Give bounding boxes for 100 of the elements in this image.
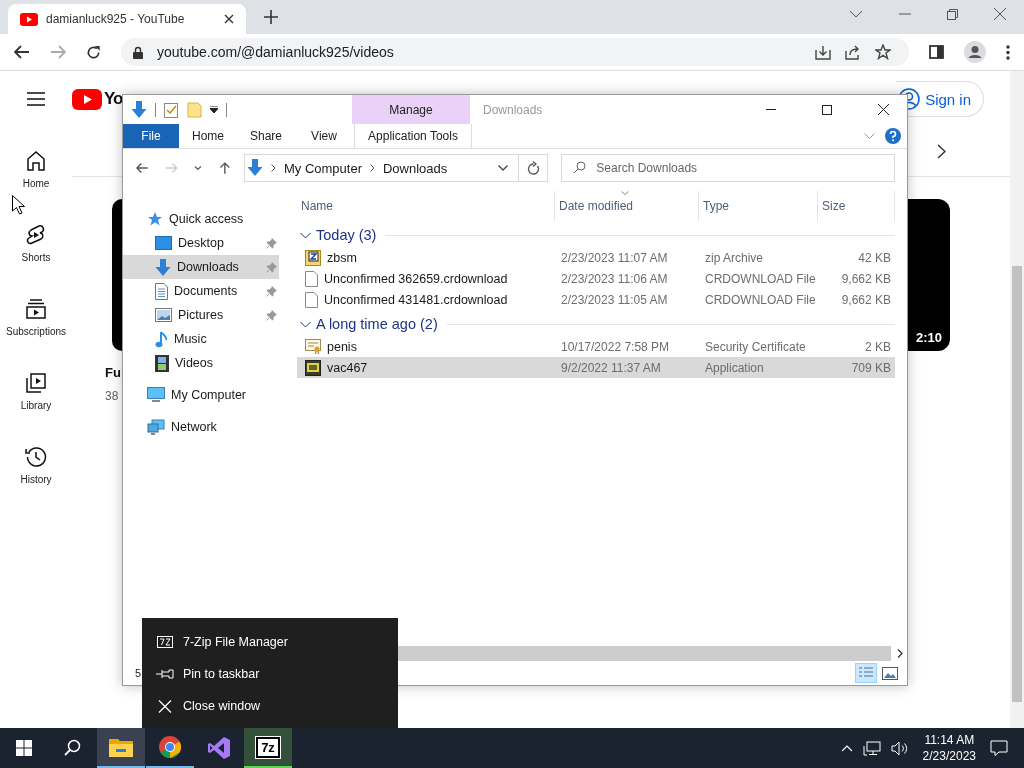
more-icon[interactable] [1006,44,1010,60]
nav-item[interactable]: Quick access [123,207,279,231]
type-cell-text: zip Archive [704,250,765,265]
chrome-icon [158,735,182,759]
ribbon-tab[interactable]: File [123,124,179,148]
pin-icon [156,669,174,679]
clock-date: 2/23/2023 [922,748,976,764]
share-icon[interactable] [845,44,861,60]
video-thumbnail[interactable]: 2:10 [908,199,950,351]
url-text: youtube.com/@damianluck925/videos [157,44,394,60]
breadcrumb-item[interactable]: My Computer [283,160,362,176]
clock[interactable]: 11:14 AM 2/23/2023 [922,732,976,764]
scroll-right-icon[interactable] [897,649,903,658]
file-row[interactable]: zbsm 2/23/2023 11:07 AM zip Archive 42 KB [297,247,895,268]
install-icon[interactable] [815,44,831,60]
visual-studio-icon [207,736,231,760]
chevron-down-icon[interactable] [498,165,509,171]
document-icon [155,282,168,300]
column-header[interactable]: Date modified [555,191,699,221]
ribbon-tab[interactable]: Application Tools [354,124,472,148]
date-cell-text: 9/2/2022 11:37 AM [560,360,662,375]
volume-icon[interactable] [890,740,909,756]
profile-avatar-icon[interactable] [964,41,986,63]
chevron-down-icon[interactable] [849,10,863,18]
download-arrow-icon[interactable] [131,100,147,119]
network-icon[interactable] [862,740,881,756]
chevron-right-icon[interactable] [937,144,946,159]
dropdown-icon[interactable] [210,106,218,113]
back-icon[interactable] [135,161,149,175]
folder-icon [109,737,133,757]
restore-icon[interactable] [947,8,958,20]
nav-item[interactable]: Network [123,415,279,439]
taskbar-button[interactable] [97,728,145,768]
chevron-right-icon [369,164,375,172]
scrollbar-thumb[interactable] [1012,266,1022,702]
nav-item[interactable]: Downloads [123,255,279,279]
taskbar-button[interactable]: 7z [244,728,292,768]
video-thumbnail[interactable] [112,199,122,351]
nav-item[interactable]: Music [123,327,279,351]
maximize-icon[interactable] [822,104,832,115]
pin-icon[interactable] [266,309,277,321]
lock-icon [133,45,143,59]
close-icon[interactable] [878,104,889,115]
breadcrumb-item[interactable]: Downloads [382,160,448,176]
size-cell-text: 709 KB [850,360,892,375]
nav-item[interactable]: Pictures [123,303,279,327]
column-header[interactable]: Name [297,191,555,221]
guide-item[interactable]: History [0,445,72,519]
up-icon[interactable] [218,161,232,175]
nav-item[interactable]: Documents [123,279,279,303]
menu-item[interactable]: Close window [142,690,398,722]
type-cell-text: CRDOWNLOAD File [704,271,817,286]
side-panel-icon[interactable] [929,45,944,59]
guide-item[interactable]: Library [0,371,72,445]
file-row[interactable]: Unconfirmed 362659.crdownload 2/23/2023 11:06 AM CRDOWNLOAD File 9,662 KB [297,268,895,289]
download-arrow-icon [246,159,263,177]
address-bar[interactable]: youtube.com/@damianluck925/videos [121,38,909,66]
nav-item[interactable]: Videos [123,351,279,375]
group-header[interactable]: Today (3) [316,227,377,243]
horizontal-scrollbar[interactable] [398,646,891,661]
back-icon[interactable] [14,45,30,59]
search-field[interactable]: Search Downloads [561,154,895,182]
blank-file-icon [305,270,318,287]
column-header[interactable]: Type [699,191,818,221]
application-icon [305,359,321,376]
column-header[interactable]: Size [818,191,895,221]
menu-item[interactable]: 7-Zip File Manager [142,626,398,658]
notification-icon[interactable] [990,740,1008,756]
new-tab-icon[interactable] [264,10,278,24]
expand-ribbon-icon[interactable] [864,133,875,139]
nav-item[interactable]: Desktop [123,231,279,255]
sign-in-button[interactable]: Sign in [896,81,984,117]
browser-tab[interactable]: damianluck925 - YouTube [8,4,246,34]
chevron-up-icon[interactable] [840,744,853,752]
close-icon[interactable] [224,14,234,24]
reload-icon[interactable] [86,44,101,60]
file-row[interactable]: penis 10/17/2022 7:58 PM Security Certificate 2 KB [297,336,895,357]
youtube-icon [20,12,38,26]
nav-item[interactable]: My Computer [123,383,279,407]
properties-icon[interactable] [164,101,179,118]
pin-icon[interactable] [266,285,277,297]
menu-icon[interactable] [27,92,45,106]
star-icon[interactable] [875,44,891,60]
close-icon [156,699,174,713]
address-field[interactable]: My Computer Downloads [243,154,549,182]
monitor-icon [147,387,165,403]
file-row[interactable]: Unconfirmed 431481.crdownload 2/23/2023 11:05 AM CRDOWNLOAD File 9,662 KB [297,289,895,310]
file-row[interactable]: vac467 9/2/2022 11:37 AM Application 709 KB [297,357,895,378]
video-title[interactable]: Fu [105,365,121,380]
type-cell-text: CRDOWNLOAD File [704,292,817,307]
group-header[interactable]: A long time ago (2) [316,316,438,332]
menu-item[interactable]: Pin to taskbar [142,658,398,690]
subscriptions-icon [24,297,48,321]
guide-item[interactable]: Home [0,149,72,223]
help-icon[interactable] [885,128,901,144]
network-icon [147,419,165,435]
pin-icon[interactable] [266,237,277,249]
guide-item[interactable]: Subscriptions [0,297,72,371]
scrollbar[interactable] [1010,71,1024,728]
guide-item[interactable]: Shorts [0,223,72,297]
